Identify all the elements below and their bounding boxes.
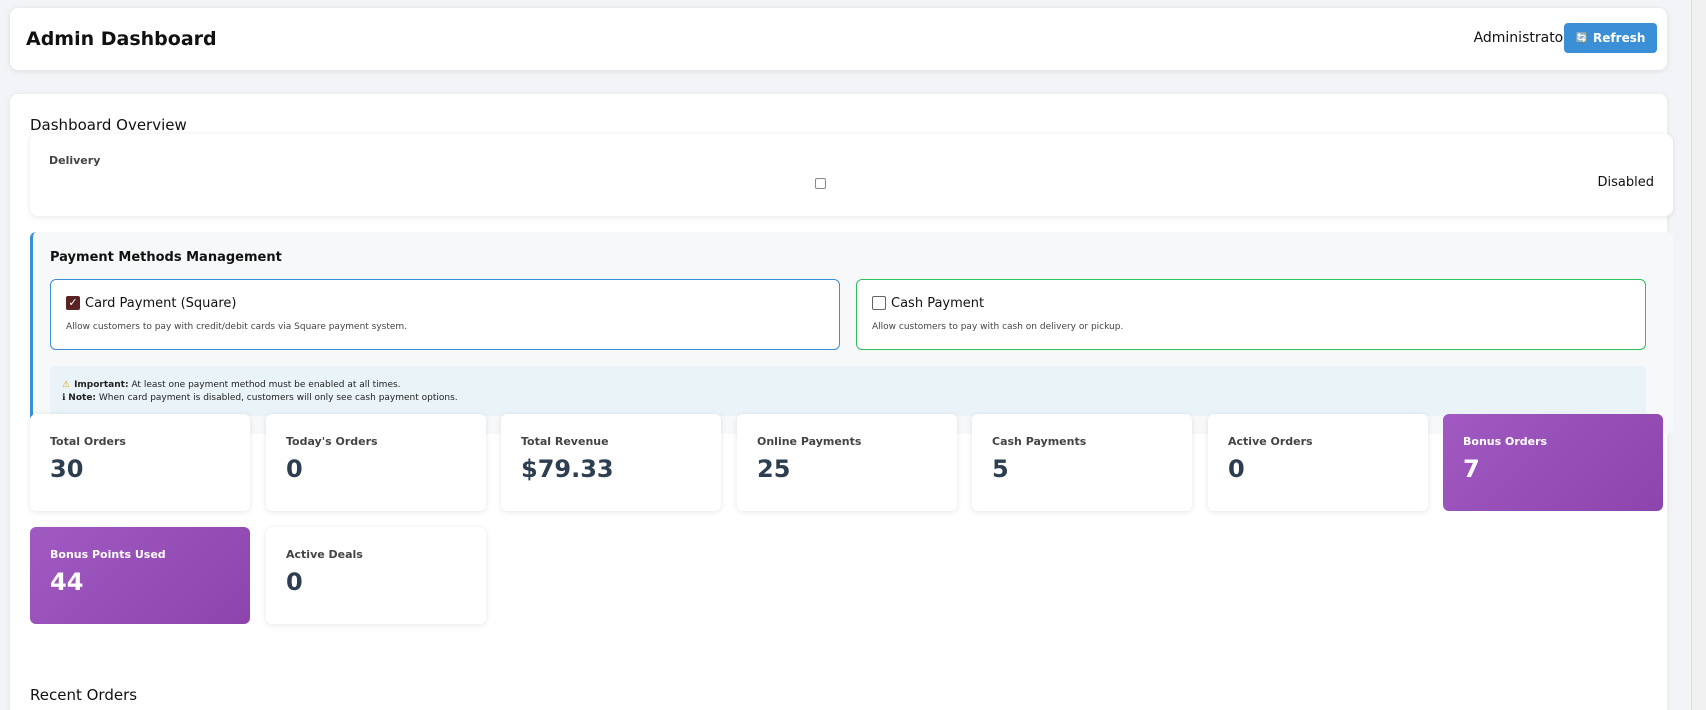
stat-label: Total Orders xyxy=(50,435,126,448)
stat-label: Today's Orders xyxy=(286,435,378,448)
refresh-button[interactable]: 🔄 Refresh xyxy=(1564,23,1657,53)
payment-notice: ⚠ Important: At least one payment method … xyxy=(50,366,1646,416)
cash-payment-description: Allow customers to pay with cash on deli… xyxy=(872,322,1124,332)
important-label: Important: xyxy=(74,380,129,390)
user-role-label: Administrator xyxy=(1473,30,1569,46)
stat-value: 5 xyxy=(992,455,1009,483)
stat-value: 44 xyxy=(50,568,84,596)
payment-methods-title: Payment Methods Management xyxy=(50,250,282,265)
stat-value: 7 xyxy=(1463,455,1480,483)
card-payment-option[interactable]: ✓ Card Payment (Square) Allow customers … xyxy=(50,279,840,350)
delivery-card: Delivery Disabled xyxy=(30,134,1673,216)
cash-payment-name: Cash Payment xyxy=(891,296,985,311)
card-payment-description: Allow customers to pay with credit/debit… xyxy=(66,322,408,332)
refresh-button-label: Refresh xyxy=(1593,31,1646,45)
stat-value: 0 xyxy=(1228,455,1245,483)
stat-value: 25 xyxy=(757,455,791,483)
important-text: At least one payment method must be enab… xyxy=(131,380,401,390)
cash-payment-option[interactable]: Cash Payment Allow customers to pay with… xyxy=(856,279,1646,350)
note-text: When card payment is disabled, customers… xyxy=(98,393,458,403)
refresh-icon: 🔄 xyxy=(1575,32,1589,44)
important-notice-line: ⚠ Important: At least one payment method … xyxy=(62,379,1634,392)
stat-card-total-orders: Total Orders 30 xyxy=(30,414,250,511)
stat-value: 0 xyxy=(286,455,303,483)
dashboard-overview-title: Dashboard Overview xyxy=(30,116,187,134)
warning-icon: ⚠ xyxy=(62,380,71,390)
note-label: Note: xyxy=(68,393,97,403)
page-title: Admin Dashboard xyxy=(26,28,217,50)
stat-card-bonus-points-used: Bonus Points Used 44 xyxy=(30,527,250,624)
card-payment-checkbox[interactable]: ✓ xyxy=(66,296,80,310)
recent-orders-title: Recent Orders xyxy=(30,686,138,704)
stat-label: Bonus Points Used xyxy=(50,548,166,561)
stat-label: Bonus Orders xyxy=(1463,435,1548,448)
delivery-toggle-checkbox[interactable] xyxy=(815,178,826,189)
stat-value: 0 xyxy=(286,568,303,596)
note-notice-line: ℹ Note: When card payment is disabled, c… xyxy=(62,392,1634,405)
stat-card-online-payments: Online Payments 25 xyxy=(737,414,957,511)
delivery-status: Disabled xyxy=(1597,175,1654,190)
payment-methods-section: Payment Methods Management ✓ Card Paymen… xyxy=(30,232,1673,434)
info-icon: ℹ xyxy=(62,393,66,403)
stat-card-cash-payments: Cash Payments 5 xyxy=(972,414,1192,511)
stat-card-bonus-orders: Bonus Orders 7 xyxy=(1443,414,1663,511)
stat-value: 30 xyxy=(50,455,84,483)
delivery-label: Delivery xyxy=(49,154,101,167)
stat-card-active-orders: Active Orders 0 xyxy=(1208,414,1428,511)
stat-card-active-deals: Active Deals 0 xyxy=(266,527,486,624)
stat-value: $79.33 xyxy=(521,455,614,483)
stat-label: Total Revenue xyxy=(521,435,609,448)
page-scrollbar[interactable] xyxy=(1691,0,1706,710)
stat-card-total-revenue: Total Revenue $79.33 xyxy=(501,414,721,511)
stat-label: Cash Payments xyxy=(992,435,1087,448)
app-header: Admin Dashboard Administrator 🔄 Refresh xyxy=(10,8,1667,70)
stat-label: Active Deals xyxy=(286,548,363,561)
cash-payment-checkbox[interactable] xyxy=(872,296,886,310)
stat-card-todays-orders: Today's Orders 0 xyxy=(266,414,486,511)
card-payment-name: Card Payment (Square) xyxy=(85,296,237,311)
main-content: Dashboard Overview Delivery Disabled Pay… xyxy=(10,94,1673,710)
stat-label: Active Orders xyxy=(1228,435,1313,448)
stat-label: Online Payments xyxy=(757,435,862,448)
